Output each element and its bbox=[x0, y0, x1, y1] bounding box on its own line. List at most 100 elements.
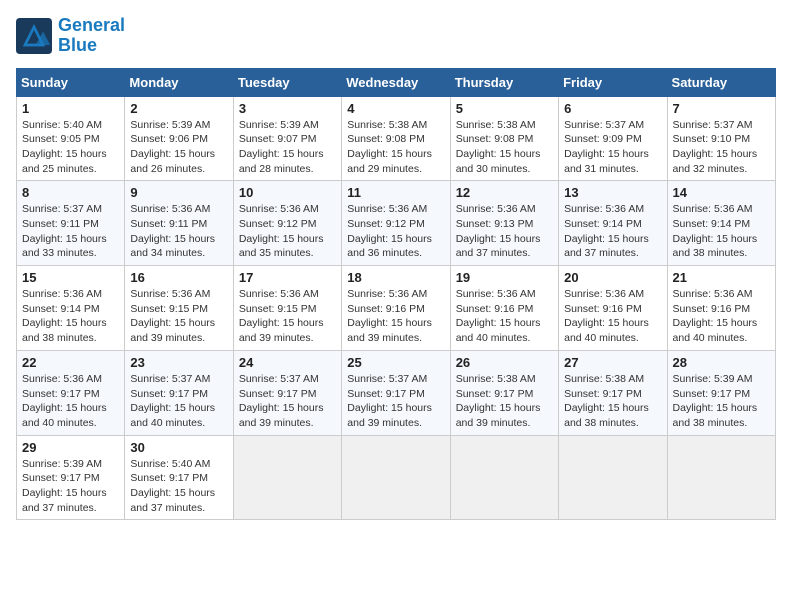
day-number: 4 bbox=[347, 101, 444, 116]
day-cell: 19 Sunrise: 5:36 AM Sunset: 9:16 PM Dayl… bbox=[450, 266, 558, 351]
day-cell: 15 Sunrise: 5:36 AM Sunset: 9:14 PM Dayl… bbox=[17, 266, 125, 351]
day-info: Sunrise: 5:36 AM Sunset: 9:14 PM Dayligh… bbox=[22, 287, 119, 346]
col-header-thursday: Thursday bbox=[450, 68, 558, 96]
day-number: 17 bbox=[239, 270, 336, 285]
day-number: 23 bbox=[130, 355, 227, 370]
day-info: Sunrise: 5:37 AM Sunset: 9:17 PM Dayligh… bbox=[347, 372, 444, 431]
day-cell: 24 Sunrise: 5:37 AM Sunset: 9:17 PM Dayl… bbox=[233, 350, 341, 435]
day-cell: 7 Sunrise: 5:37 AM Sunset: 9:10 PM Dayli… bbox=[667, 96, 775, 181]
day-number: 1 bbox=[22, 101, 119, 116]
day-info: Sunrise: 5:36 AM Sunset: 9:16 PM Dayligh… bbox=[673, 287, 770, 346]
day-info: Sunrise: 5:39 AM Sunset: 9:17 PM Dayligh… bbox=[673, 372, 770, 431]
week-row-4: 29 Sunrise: 5:39 AM Sunset: 9:17 PM Dayl… bbox=[17, 435, 776, 520]
day-number: 10 bbox=[239, 185, 336, 200]
day-of-week-row: SundayMondayTuesdayWednesdayThursdayFrid… bbox=[17, 68, 776, 96]
day-info: Sunrise: 5:36 AM Sunset: 9:12 PM Dayligh… bbox=[347, 202, 444, 261]
day-number: 26 bbox=[456, 355, 553, 370]
day-number: 3 bbox=[239, 101, 336, 116]
day-cell bbox=[342, 435, 450, 520]
logo-text: General Blue bbox=[58, 16, 125, 56]
day-info: Sunrise: 5:39 AM Sunset: 9:17 PM Dayligh… bbox=[22, 457, 119, 516]
day-info: Sunrise: 5:38 AM Sunset: 9:17 PM Dayligh… bbox=[564, 372, 661, 431]
day-cell: 17 Sunrise: 5:36 AM Sunset: 9:15 PM Dayl… bbox=[233, 266, 341, 351]
day-info: Sunrise: 5:39 AM Sunset: 9:07 PM Dayligh… bbox=[239, 118, 336, 177]
header: General Blue bbox=[16, 16, 776, 56]
day-info: Sunrise: 5:36 AM Sunset: 9:16 PM Dayligh… bbox=[456, 287, 553, 346]
day-number: 11 bbox=[347, 185, 444, 200]
day-number: 28 bbox=[673, 355, 770, 370]
day-info: Sunrise: 5:37 AM Sunset: 9:17 PM Dayligh… bbox=[130, 372, 227, 431]
day-info: Sunrise: 5:36 AM Sunset: 9:11 PM Dayligh… bbox=[130, 202, 227, 261]
day-cell bbox=[233, 435, 341, 520]
day-number: 21 bbox=[673, 270, 770, 285]
col-header-tuesday: Tuesday bbox=[233, 68, 341, 96]
day-cell: 11 Sunrise: 5:36 AM Sunset: 9:12 PM Dayl… bbox=[342, 181, 450, 266]
day-cell: 29 Sunrise: 5:39 AM Sunset: 9:17 PM Dayl… bbox=[17, 435, 125, 520]
day-cell: 5 Sunrise: 5:38 AM Sunset: 9:08 PM Dayli… bbox=[450, 96, 558, 181]
day-cell: 4 Sunrise: 5:38 AM Sunset: 9:08 PM Dayli… bbox=[342, 96, 450, 181]
day-number: 25 bbox=[347, 355, 444, 370]
day-cell: 10 Sunrise: 5:36 AM Sunset: 9:12 PM Dayl… bbox=[233, 181, 341, 266]
day-number: 16 bbox=[130, 270, 227, 285]
day-info: Sunrise: 5:36 AM Sunset: 9:15 PM Dayligh… bbox=[239, 287, 336, 346]
day-number: 29 bbox=[22, 440, 119, 455]
week-row-2: 15 Sunrise: 5:36 AM Sunset: 9:14 PM Dayl… bbox=[17, 266, 776, 351]
day-number: 9 bbox=[130, 185, 227, 200]
day-info: Sunrise: 5:36 AM Sunset: 9:16 PM Dayligh… bbox=[564, 287, 661, 346]
day-cell: 6 Sunrise: 5:37 AM Sunset: 9:09 PM Dayli… bbox=[559, 96, 667, 181]
day-info: Sunrise: 5:36 AM Sunset: 9:12 PM Dayligh… bbox=[239, 202, 336, 261]
day-info: Sunrise: 5:37 AM Sunset: 9:11 PM Dayligh… bbox=[22, 202, 119, 261]
logo-icon bbox=[16, 18, 52, 54]
day-cell: 25 Sunrise: 5:37 AM Sunset: 9:17 PM Dayl… bbox=[342, 350, 450, 435]
day-info: Sunrise: 5:36 AM Sunset: 9:14 PM Dayligh… bbox=[673, 202, 770, 261]
day-info: Sunrise: 5:36 AM Sunset: 9:14 PM Dayligh… bbox=[564, 202, 661, 261]
day-number: 12 bbox=[456, 185, 553, 200]
day-info: Sunrise: 5:39 AM Sunset: 9:06 PM Dayligh… bbox=[130, 118, 227, 177]
day-cell: 30 Sunrise: 5:40 AM Sunset: 9:17 PM Dayl… bbox=[125, 435, 233, 520]
col-header-wednesday: Wednesday bbox=[342, 68, 450, 96]
day-cell: 28 Sunrise: 5:39 AM Sunset: 9:17 PM Dayl… bbox=[667, 350, 775, 435]
day-number: 13 bbox=[564, 185, 661, 200]
day-number: 7 bbox=[673, 101, 770, 116]
day-cell: 12 Sunrise: 5:36 AM Sunset: 9:13 PM Dayl… bbox=[450, 181, 558, 266]
col-header-sunday: Sunday bbox=[17, 68, 125, 96]
day-cell: 13 Sunrise: 5:36 AM Sunset: 9:14 PM Dayl… bbox=[559, 181, 667, 266]
day-cell: 23 Sunrise: 5:37 AM Sunset: 9:17 PM Dayl… bbox=[125, 350, 233, 435]
day-info: Sunrise: 5:36 AM Sunset: 9:17 PM Dayligh… bbox=[22, 372, 119, 431]
day-cell: 2 Sunrise: 5:39 AM Sunset: 9:06 PM Dayli… bbox=[125, 96, 233, 181]
day-info: Sunrise: 5:40 AM Sunset: 9:05 PM Dayligh… bbox=[22, 118, 119, 177]
day-number: 24 bbox=[239, 355, 336, 370]
week-row-1: 8 Sunrise: 5:37 AM Sunset: 9:11 PM Dayli… bbox=[17, 181, 776, 266]
day-number: 20 bbox=[564, 270, 661, 285]
day-number: 18 bbox=[347, 270, 444, 285]
day-number: 8 bbox=[22, 185, 119, 200]
day-number: 6 bbox=[564, 101, 661, 116]
day-number: 5 bbox=[456, 101, 553, 116]
calendar: SundayMondayTuesdayWednesdayThursdayFrid… bbox=[16, 68, 776, 521]
day-cell: 14 Sunrise: 5:36 AM Sunset: 9:14 PM Dayl… bbox=[667, 181, 775, 266]
day-cell: 1 Sunrise: 5:40 AM Sunset: 9:05 PM Dayli… bbox=[17, 96, 125, 181]
day-number: 27 bbox=[564, 355, 661, 370]
day-info: Sunrise: 5:38 AM Sunset: 9:17 PM Dayligh… bbox=[456, 372, 553, 431]
day-cell: 21 Sunrise: 5:36 AM Sunset: 9:16 PM Dayl… bbox=[667, 266, 775, 351]
day-cell: 9 Sunrise: 5:36 AM Sunset: 9:11 PM Dayli… bbox=[125, 181, 233, 266]
day-number: 2 bbox=[130, 101, 227, 116]
col-header-monday: Monday bbox=[125, 68, 233, 96]
day-cell: 26 Sunrise: 5:38 AM Sunset: 9:17 PM Dayl… bbox=[450, 350, 558, 435]
day-cell: 18 Sunrise: 5:36 AM Sunset: 9:16 PM Dayl… bbox=[342, 266, 450, 351]
day-cell: 22 Sunrise: 5:36 AM Sunset: 9:17 PM Dayl… bbox=[17, 350, 125, 435]
day-cell: 8 Sunrise: 5:37 AM Sunset: 9:11 PM Dayli… bbox=[17, 181, 125, 266]
col-header-friday: Friday bbox=[559, 68, 667, 96]
day-cell: 16 Sunrise: 5:36 AM Sunset: 9:15 PM Dayl… bbox=[125, 266, 233, 351]
day-info: Sunrise: 5:38 AM Sunset: 9:08 PM Dayligh… bbox=[456, 118, 553, 177]
day-info: Sunrise: 5:36 AM Sunset: 9:13 PM Dayligh… bbox=[456, 202, 553, 261]
day-info: Sunrise: 5:38 AM Sunset: 9:08 PM Dayligh… bbox=[347, 118, 444, 177]
day-info: Sunrise: 5:36 AM Sunset: 9:16 PM Dayligh… bbox=[347, 287, 444, 346]
day-cell: 3 Sunrise: 5:39 AM Sunset: 9:07 PM Dayli… bbox=[233, 96, 341, 181]
day-cell bbox=[667, 435, 775, 520]
day-info: Sunrise: 5:37 AM Sunset: 9:17 PM Dayligh… bbox=[239, 372, 336, 431]
day-number: 19 bbox=[456, 270, 553, 285]
day-info: Sunrise: 5:37 AM Sunset: 9:10 PM Dayligh… bbox=[673, 118, 770, 177]
logo: General Blue bbox=[16, 16, 125, 56]
day-number: 22 bbox=[22, 355, 119, 370]
